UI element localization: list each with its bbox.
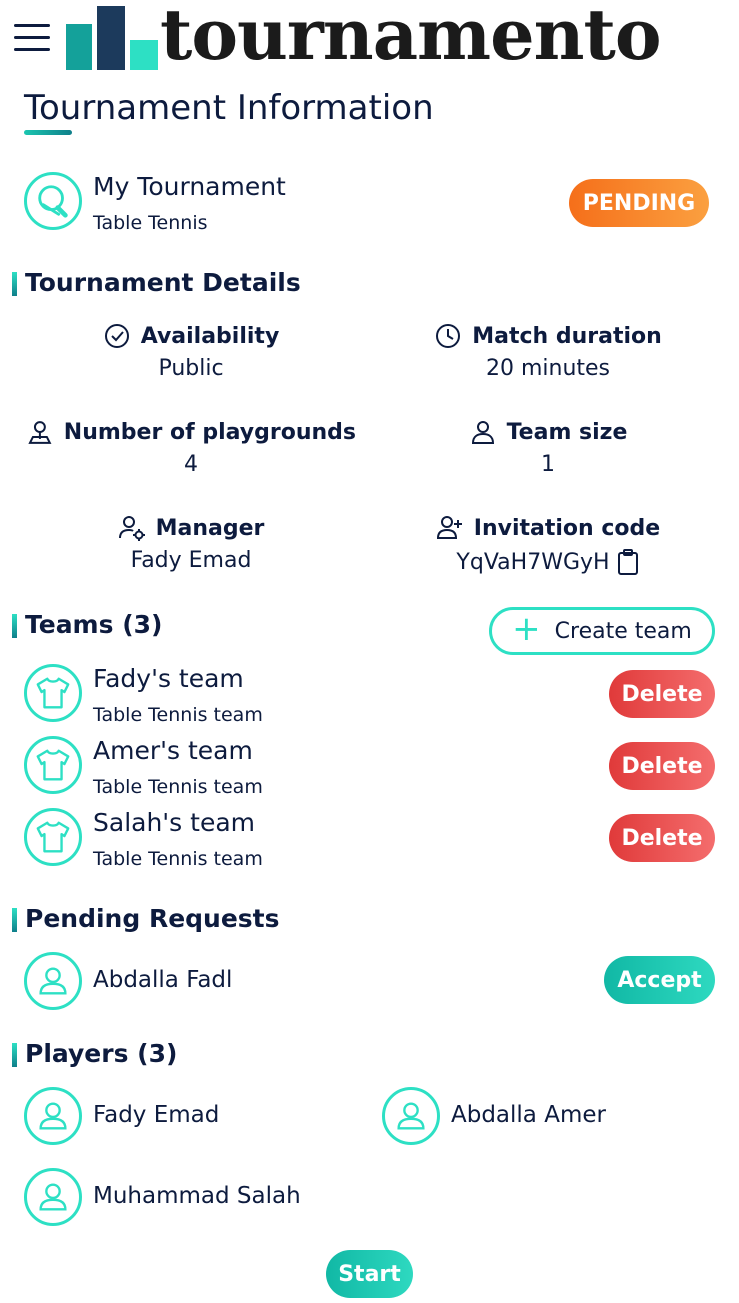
user-avatar-icon	[382, 1087, 440, 1145]
ping-pong-paddle-icon	[24, 172, 82, 230]
match-duration-detail: Match duration 20 minutes	[383, 320, 713, 381]
person-add-icon	[436, 516, 462, 539]
user-avatar-icon	[24, 1168, 82, 1226]
status-badge: PENDING	[569, 179, 709, 227]
title-underline	[24, 130, 72, 135]
manager-value: Fady Emad	[130, 548, 252, 573]
team-sub: Table Tennis team	[93, 776, 263, 798]
clipboard-icon[interactable]	[616, 548, 640, 576]
team-name: Amer's team	[93, 736, 253, 765]
user-avatar-icon	[24, 1087, 82, 1145]
person-gear-icon	[118, 516, 145, 541]
team-size-value: 1	[541, 452, 555, 477]
tournament-name: My Tournament	[93, 172, 286, 201]
playgrounds-label: Number of playgrounds	[63, 419, 356, 445]
manager-detail: Manager Fady Emad	[26, 512, 356, 573]
person-icon	[471, 421, 494, 444]
player-name: Fady Emad	[93, 1102, 220, 1128]
logo-text[interactable]: tournamento	[160, 0, 662, 76]
team-sub: Table Tennis team	[93, 704, 263, 726]
hamburger-icon[interactable]	[12, 20, 52, 56]
player-name: Muhammad Salah	[93, 1183, 301, 1209]
delete-team-button[interactable]: Delete	[609, 742, 715, 790]
page-title: Tournament Information	[24, 88, 434, 128]
start-button[interactable]: Start	[326, 1250, 413, 1298]
team-size-label: Team size	[506, 419, 628, 445]
delete-team-button[interactable]: Delete	[609, 814, 715, 862]
location-person-icon	[28, 421, 52, 444]
invitation-label: Invitation code	[473, 515, 661, 541]
create-team-button[interactable]: + Create team	[489, 607, 715, 655]
availability-detail: Availability Public	[26, 320, 356, 381]
playgrounds-detail: Number of playgrounds 4	[26, 416, 356, 477]
availability-value: Public	[158, 356, 224, 381]
details-section-title: Tournament Details	[12, 268, 301, 297]
app-header: tournamento	[0, 0, 739, 80]
plus-icon: +	[512, 609, 541, 649]
team-size-detail: Team size 1	[383, 416, 713, 477]
match-duration-value: 20 minutes	[485, 356, 611, 381]
match-duration-label: Match duration	[472, 323, 662, 349]
players-section-title: Players (3)	[12, 1039, 177, 1068]
availability-label: Availability	[140, 323, 280, 349]
delete-team-button[interactable]: Delete	[609, 670, 715, 718]
manager-label: Manager	[155, 515, 265, 541]
create-team-label: Create team	[554, 618, 692, 644]
team-sub: Table Tennis team	[93, 848, 263, 870]
teams-section-title: Teams (3)	[12, 610, 162, 639]
tshirt-icon	[24, 664, 82, 722]
logo-mark-icon	[66, 6, 158, 70]
tshirt-icon	[24, 808, 82, 866]
request-name: Abdalla Fadl	[93, 967, 233, 993]
check-circle-icon	[104, 324, 129, 348]
tournament-sport: Table Tennis	[93, 212, 208, 234]
pending-section-title: Pending Requests	[12, 904, 280, 933]
team-name: Fady's team	[93, 664, 244, 693]
user-avatar-icon	[24, 952, 82, 1010]
tshirt-icon	[24, 736, 82, 794]
clock-icon	[436, 324, 461, 348]
invitation-code-value: YqVaH7WGyH	[456, 549, 610, 575]
player-name: Abdalla Amer	[451, 1102, 606, 1128]
playgrounds-value: 4	[184, 452, 198, 477]
accept-button[interactable]: Accept	[604, 956, 715, 1004]
invitation-detail: Invitation code YqVaH7WGyH	[383, 512, 713, 576]
team-name: Salah's team	[93, 808, 255, 837]
